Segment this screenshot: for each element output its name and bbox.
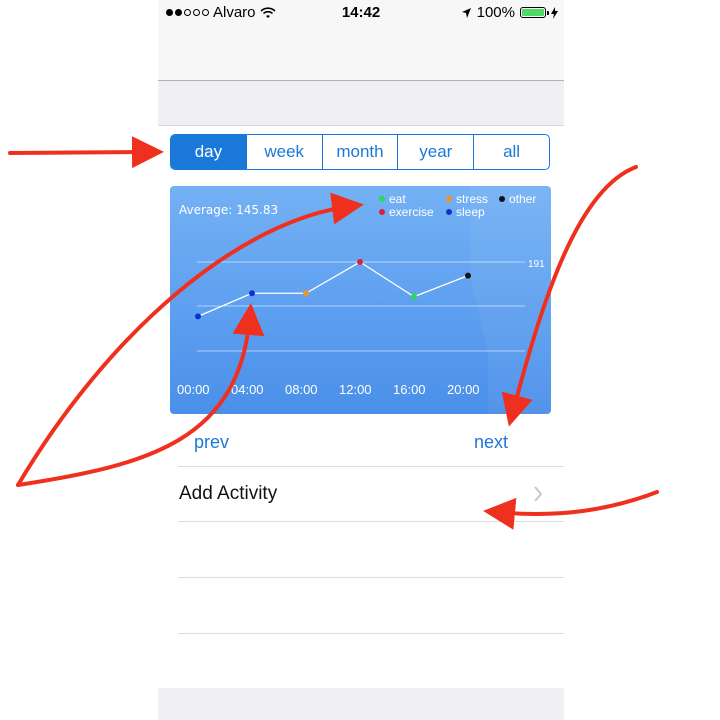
section-header xyxy=(158,81,564,126)
battery-percent: 100% xyxy=(476,4,515,21)
data-point-sleep xyxy=(249,290,255,297)
legend-eat-label: eat xyxy=(389,192,406,206)
status-right: 100% xyxy=(461,4,558,21)
segment-day[interactable]: day xyxy=(171,135,247,169)
navigation-bar xyxy=(158,26,564,81)
segment-all[interactable]: all xyxy=(474,135,549,169)
legend-exercise-label: exercise xyxy=(389,205,434,219)
legend-exercise-dot xyxy=(379,209,385,215)
segment-week[interactable]: week xyxy=(247,135,323,169)
annotation-arrow-segmented xyxy=(8,136,164,169)
bottom-bar xyxy=(158,688,564,720)
row-separator xyxy=(178,633,564,634)
data-point-sleep xyxy=(195,313,201,320)
x-tick-label: 04:00 xyxy=(231,382,264,397)
activity-chart: Average: 145.83 191 eat stress other exe… xyxy=(170,186,551,414)
legend-stress-dot xyxy=(446,196,452,202)
plot-layer: 00:00 04:00 08:00 12:00 16:00 20:00 xyxy=(177,259,480,397)
x-tick-label: 00:00 xyxy=(177,382,210,397)
legend-stress-label: stress xyxy=(456,192,488,206)
next-button[interactable]: next xyxy=(474,432,508,453)
data-point-other xyxy=(465,272,471,279)
legend-sleep-dot xyxy=(446,209,452,215)
legend-sleep-label: sleep xyxy=(456,205,485,219)
segment-month[interactable]: month xyxy=(323,135,399,169)
x-tick-label: 16:00 xyxy=(393,382,426,397)
legend-other-label: other xyxy=(509,192,536,206)
x-tick-label: 08:00 xyxy=(285,382,318,397)
chart-canvas: Average: 145.83 191 eat stress other exe… xyxy=(177,186,551,414)
row-separator xyxy=(178,577,564,578)
series-line xyxy=(197,261,469,317)
prev-button[interactable]: prev xyxy=(194,432,229,453)
row-separator xyxy=(178,521,564,522)
charging-bolt-icon xyxy=(551,6,558,19)
phone-screen: Alvaro 14:42 100% day week month year al… xyxy=(158,0,564,720)
chevron-right-icon xyxy=(534,486,543,502)
segment-year[interactable]: year xyxy=(398,135,475,169)
legend-eat-dot xyxy=(379,196,385,202)
add-activity-label: Add Activity xyxy=(179,483,278,504)
data-point-exercise xyxy=(357,259,363,265)
data-point-stress xyxy=(303,290,309,297)
average-label: Average: 145.83 xyxy=(179,203,278,217)
x-tick-label: 12:00 xyxy=(339,382,372,397)
add-activity-row[interactable]: Add Activity xyxy=(158,467,564,521)
location-arrow-icon xyxy=(461,7,471,18)
time-range-segmented-control: day week month year all xyxy=(170,134,550,170)
battery-icon xyxy=(520,7,549,18)
y-max-label: 191 xyxy=(528,259,545,270)
data-point-eat xyxy=(411,293,417,300)
x-tick-label: 20:00 xyxy=(447,382,480,397)
legend-other-dot xyxy=(499,196,505,202)
status-bar: Alvaro 14:42 100% xyxy=(158,0,564,26)
